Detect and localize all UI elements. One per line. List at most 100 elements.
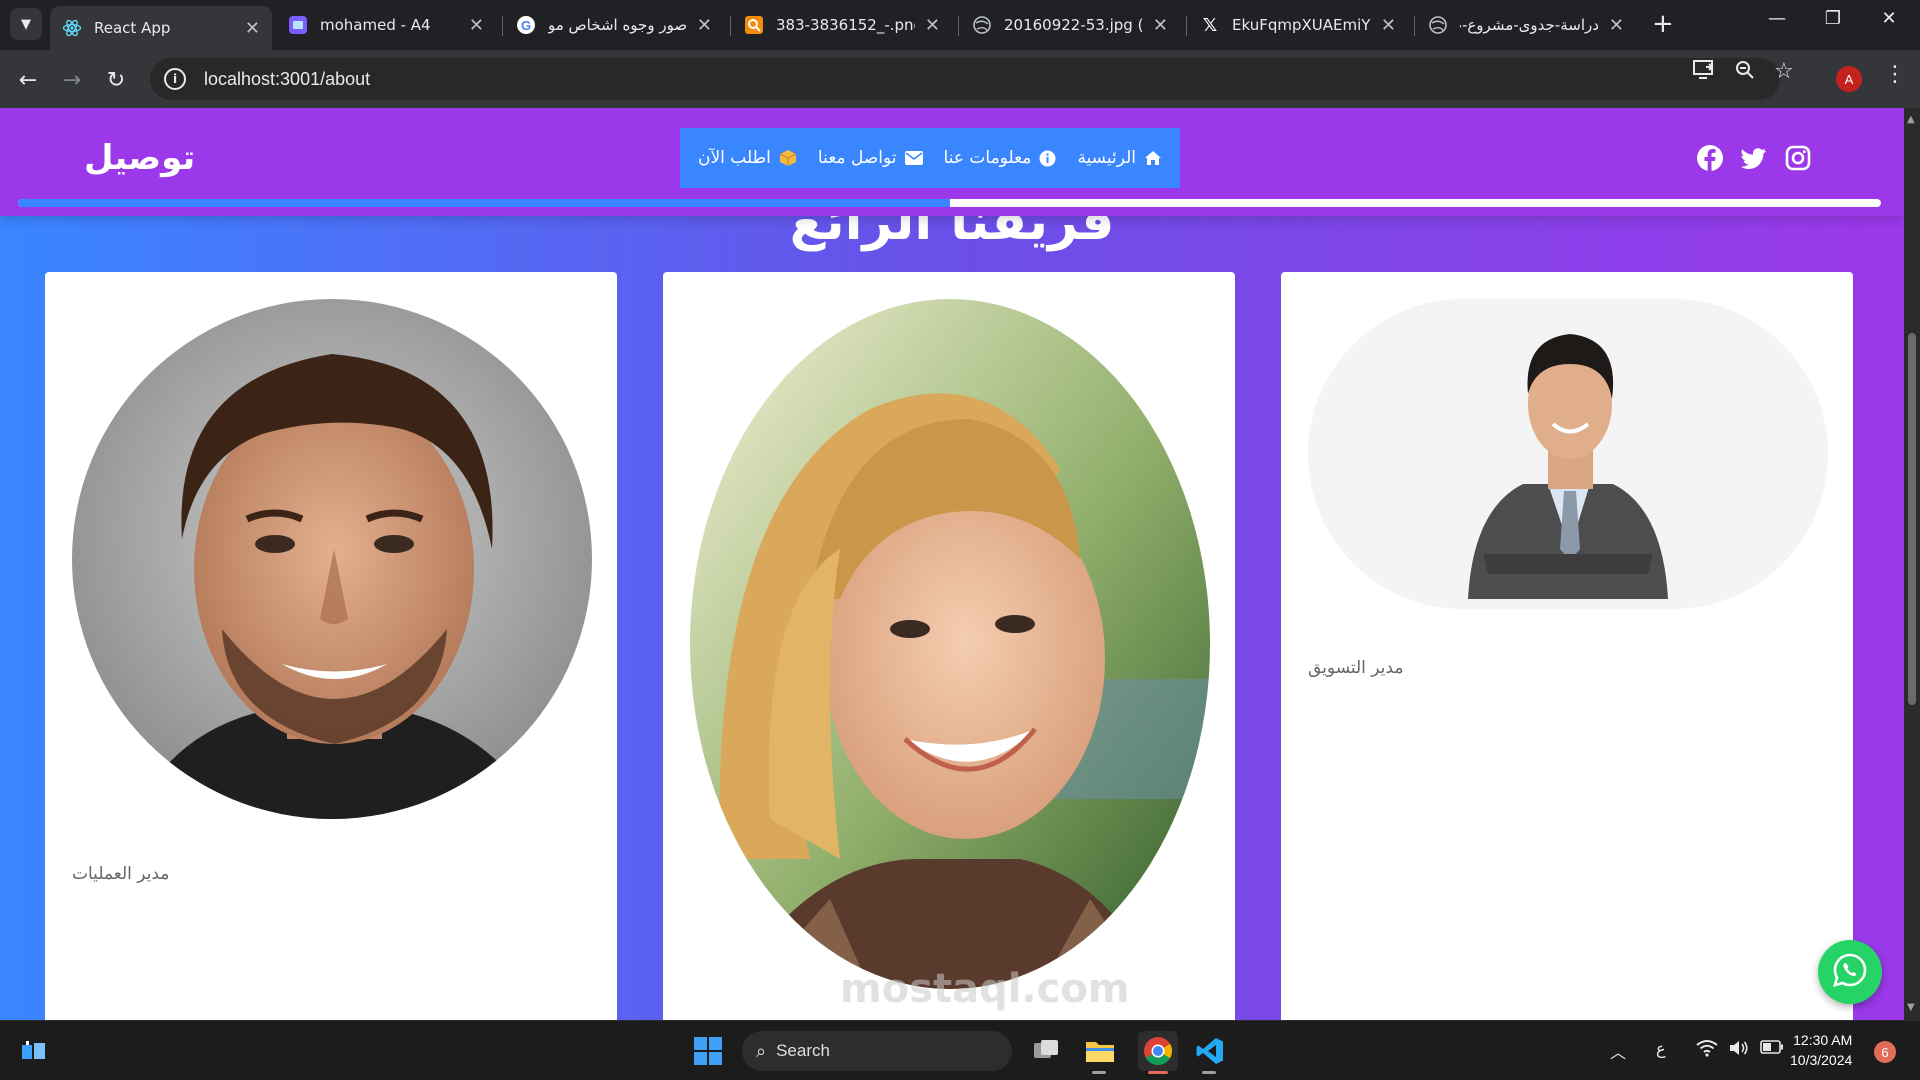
profile-avatar[interactable]: A — [1836, 66, 1862, 92]
site-logo[interactable]: توصيل — [84, 138, 195, 178]
nav-home[interactable]: الرئيسية — [1077, 148, 1162, 168]
info-icon — [1039, 150, 1056, 167]
reload-button[interactable]: ↻ — [100, 64, 132, 96]
minimize-button[interactable]: — — [1754, 8, 1800, 29]
bookmark-star-icon[interactable]: ☆ — [1774, 59, 1794, 84]
team-role-label: مدير العمليات — [72, 864, 170, 884]
main-nav: الرئيسية معلومات عنا تواصل معنا اطلب الآ… — [680, 128, 1180, 188]
scroll-up-icon[interactable]: ▲ — [1907, 114, 1915, 125]
tab-title: React App — [94, 19, 171, 37]
scroll-progress-fill — [18, 199, 950, 207]
tab-title: دراسة-جدوى-مشروع-ت — [1460, 16, 1599, 34]
instagram-icon[interactable] — [1784, 144, 1812, 172]
app-running-indicator — [1202, 1071, 1216, 1074]
man-portrait-photo — [72, 299, 592, 819]
app-running-indicator — [1092, 1071, 1106, 1074]
nav-home-label: الرئيسية — [1077, 148, 1136, 168]
taskbar-search[interactable]: ⌕ Search — [742, 1031, 1012, 1071]
businessman-portrait-photo — [1308, 299, 1828, 609]
woman-portrait-photo — [690, 299, 1210, 989]
tab-search-button[interactable]: ▼ — [10, 8, 42, 40]
address-url: localhost:3001/about — [204, 68, 371, 89]
package-icon — [779, 149, 797, 167]
scroll-progress-bar — [18, 199, 1881, 207]
taskbar-search-label: Search — [776, 1041, 830, 1060]
nav-about-label: معلومات عنا — [943, 148, 1032, 168]
globe-icon — [972, 15, 992, 35]
chrome-menu-icon[interactable]: ⋮ — [1884, 62, 1906, 87]
page-scrollbar[interactable]: ▲ ▼ — [1904, 108, 1920, 1020]
widgets-icon[interactable] — [18, 1035, 50, 1067]
tab-google-images[interactable]: G صور وجوه اشخاص مو ✕ — [504, 6, 724, 44]
tab-x-image[interactable]: 𝕏 EkuFqmpXUAEmiYl.jp ✕ — [1188, 6, 1408, 44]
tab-title: 20160922-53.jpg (60 — [1004, 16, 1143, 34]
tab-jpg-image[interactable]: 20160922-53.jpg (60 ✕ — [960, 6, 1180, 44]
tab-separator — [1186, 16, 1187, 36]
install-app-icon[interactable] — [1692, 59, 1716, 86]
volume-icon[interactable] — [1728, 1039, 1750, 1061]
battery-icon[interactable] — [1760, 1039, 1784, 1059]
chrome-icon[interactable] — [1138, 1031, 1178, 1071]
whatsapp-chat-button[interactable] — [1818, 940, 1882, 1004]
taskbar-clock[interactable]: 12:30 AM 10/3/2024 — [1790, 1030, 1852, 1070]
tab-png-image[interactable]: 383-3836152_-.png ( ✕ — [732, 6, 952, 44]
scroll-down-icon[interactable]: ▼ — [1907, 1002, 1915, 1013]
notification-badge[interactable]: 6 — [1874, 1041, 1896, 1063]
back-button[interactable]: ← — [12, 64, 44, 96]
tab-title: صور وجوه اشخاص مو — [548, 16, 687, 34]
globe-icon — [1428, 15, 1448, 35]
tab-close-icon[interactable]: ✕ — [925, 15, 940, 36]
react-icon — [62, 18, 82, 38]
tab-close-icon[interactable]: ✕ — [245, 18, 260, 39]
tab-title: EkuFqmpXUAEmiYl.jp — [1232, 16, 1371, 34]
tab-separator — [502, 16, 503, 36]
restore-button[interactable]: ❐ — [1810, 8, 1856, 29]
tab-separator — [1414, 16, 1415, 36]
forward-button[interactable]: → — [56, 64, 88, 96]
team-card-middle — [663, 272, 1235, 1020]
tab-close-icon[interactable]: ✕ — [1609, 15, 1624, 36]
team-role-label: مدير التسويق — [1308, 658, 1404, 678]
tab-canva[interactable]: mohamed - A4 ✕ — [276, 6, 496, 44]
input-language[interactable]: ع — [1656, 1039, 1666, 1058]
nav-about[interactable]: معلومات عنا — [944, 148, 1057, 168]
site-info-icon[interactable]: i — [164, 68, 186, 90]
scroll-thumb[interactable] — [1908, 333, 1916, 705]
facebook-icon[interactable] — [1696, 144, 1724, 172]
svg-text:G: G — [521, 18, 531, 33]
task-view-icon[interactable] — [1030, 1035, 1062, 1067]
tab-react-app[interactable]: React App ✕ — [50, 6, 272, 50]
start-button[interactable] — [692, 1035, 724, 1067]
page-viewport: توصيل الرئيسية معلومات عنا تواصل معنا اط… — [0, 108, 1904, 1020]
tray-overflow-icon[interactable]: ︿ — [1610, 1039, 1626, 1063]
tab-separator — [730, 16, 731, 36]
chevron-down-icon: ▼ — [21, 16, 31, 32]
envelope-icon — [904, 151, 923, 165]
google-icon: G — [516, 15, 536, 35]
image-search-icon — [744, 15, 764, 35]
browser-toolbar: ← → ↻ i localhost:3001/about ☆ A ⋮ — [0, 50, 1920, 108]
file-explorer-icon[interactable] — [1084, 1035, 1116, 1067]
canva-icon — [288, 15, 308, 35]
nav-contact[interactable]: تواصل معنا — [818, 148, 923, 168]
tab-title: 383-3836152_-.png ( — [776, 16, 915, 34]
close-window-button[interactable]: ✕ — [1866, 8, 1912, 29]
address-bar[interactable]: i localhost:3001/about — [150, 58, 1780, 100]
tab-close-icon[interactable]: ✕ — [1381, 15, 1396, 36]
windows-taskbar: ⌕ Search ︿ ع 12:30 AM 10/3/2024 6 — [0, 1020, 1920, 1080]
zoom-icon[interactable] — [1734, 59, 1756, 86]
watermark: mostaql.com — [840, 966, 1130, 1012]
tab-feasibility-study[interactable]: دراسة-جدوى-مشروع-ت ✕ — [1416, 6, 1636, 44]
team-card-operations: مدير العمليات — [45, 272, 617, 1020]
vscode-icon[interactable] — [1194, 1035, 1226, 1067]
wifi-icon[interactable] — [1696, 1039, 1718, 1061]
tab-close-icon[interactable]: ✕ — [697, 15, 712, 36]
tab-separator — [958, 16, 959, 36]
site-header: توصيل الرئيسية معلومات عنا تواصل معنا اط… — [0, 108, 1904, 216]
twitter-icon[interactable] — [1740, 144, 1768, 172]
tab-close-icon[interactable]: ✕ — [469, 15, 484, 36]
nav-order[interactable]: اطلب الآن — [698, 148, 797, 168]
whatsapp-icon — [1832, 952, 1868, 992]
tab-close-icon[interactable]: ✕ — [1153, 15, 1168, 36]
new-tab-button[interactable]: + — [1652, 10, 1674, 38]
